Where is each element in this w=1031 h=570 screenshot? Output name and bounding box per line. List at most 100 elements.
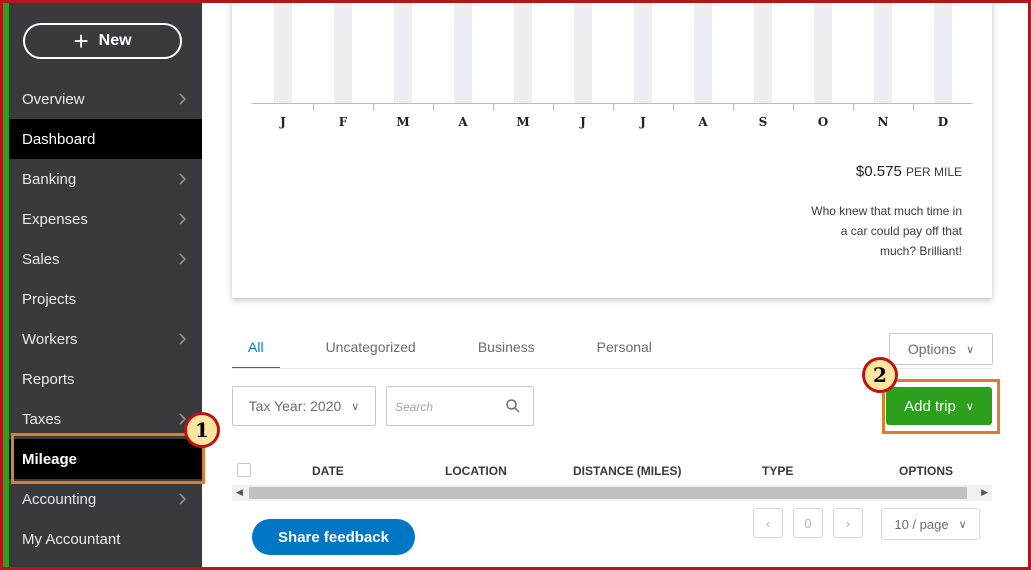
chart-x-tick: [853, 103, 854, 111]
chart-bar: [514, 0, 532, 103]
main-content: J F M A M J J A S O N D $0.575 PER MILE Who knew th…: [202, 0, 1028, 567]
current-page-number: 0: [804, 515, 812, 531]
sidebar-item-label: Banking: [22, 170, 77, 188]
page-size-select[interactable]: 10 / page ∨: [881, 508, 980, 540]
tab-all[interactable]: All: [232, 333, 280, 369]
select-all-checkbox[interactable]: [237, 463, 251, 477]
chart-bar: [454, 0, 472, 103]
chart-x-tick-label: A: [698, 115, 708, 129]
chart-x-tick: [613, 103, 614, 111]
chart-x-tick-label: M: [516, 115, 530, 129]
sidebar-item-label: Overview: [22, 90, 85, 108]
chart-x-tick: [733, 103, 734, 111]
scroll-right-arrow-icon[interactable]: ▶: [981, 487, 988, 498]
page-size-label: 10 / page: [894, 516, 949, 532]
chart-bar: [574, 0, 592, 103]
column-header-date[interactable]: DATE: [312, 464, 344, 478]
mileage-chart: [252, 0, 972, 103]
chart-bar: [334, 0, 352, 103]
rate-value: $0.575: [855, 163, 902, 180]
sidebar-item-projects[interactable]: Projects: [3, 279, 202, 319]
tab-uncategorized[interactable]: Uncategorized: [310, 333, 432, 369]
share-feedback-button[interactable]: Share feedback: [252, 519, 415, 555]
trip-tabs: All Uncategorized Business Personal: [232, 333, 702, 369]
sidebar-item-expenses[interactable]: Expenses: [3, 199, 202, 239]
chart-x-tick-label: D: [937, 115, 949, 129]
chevron-down-icon: ∨: [966, 343, 975, 356]
chart-x-tick: [553, 103, 554, 111]
sidebar-item-dashboard[interactable]: Dashboard: [3, 119, 202, 159]
chevron-right-icon: ›: [845, 515, 851, 531]
horizontal-scrollbar[interactable]: ◀ ▶: [232, 485, 992, 501]
chevron-right-icon: [178, 173, 186, 185]
rate-quote: Who knew that much time in a car could p…: [762, 201, 962, 261]
chart-x-tick: [313, 103, 314, 111]
chart-x-tick: [673, 103, 674, 111]
sidebar-item-my-accountant[interactable]: My Accountant: [3, 519, 202, 559]
sidebar-item-sales[interactable]: Sales: [3, 239, 202, 279]
chart-x-tick-label: A: [458, 115, 468, 129]
chevron-right-icon: [178, 93, 186, 105]
sidebar-item-label: Accounting: [22, 490, 97, 508]
chart-x-tick-label: M: [396, 115, 410, 129]
chevron-down-icon: ∨: [958, 518, 967, 531]
sidebar-item-mileage[interactable]: Mileage: [3, 439, 202, 479]
prev-page-button[interactable]: ‹: [753, 508, 783, 538]
scrollbar-thumb[interactable]: [249, 487, 967, 499]
search-input[interactable]: [395, 397, 505, 417]
tab-business[interactable]: Business: [462, 333, 551, 369]
sidebar-item-label: Dashboard: [22, 130, 96, 148]
chart-x-axis: [252, 103, 972, 104]
chart-x-tick-label: J: [580, 115, 586, 129]
next-page-button[interactable]: ›: [833, 508, 863, 538]
options-label: Options: [907, 341, 957, 357]
sidebar-item-workers[interactable]: Workers: [3, 319, 202, 359]
chart-x-tick: [373, 103, 374, 111]
sidebar-item-label: Projects: [22, 290, 77, 308]
current-page: 0: [793, 508, 823, 538]
trips-table-header: DATE LOCATION DISTANCE (MILES) TYPE OPTI…: [232, 458, 992, 482]
chart-x-tick: [793, 103, 794, 111]
sidebar-item-label: Reports: [22, 370, 75, 388]
quote-line: a car could pay off that: [840, 224, 962, 238]
new-button[interactable]: + New: [23, 23, 182, 59]
sidebar-item-label: My Accountant: [22, 530, 121, 548]
add-trip-button[interactable]: Add trip ∨: [886, 387, 992, 425]
sidebar-item-reports[interactable]: Reports: [3, 359, 202, 399]
plus-icon: +: [73, 26, 89, 56]
scroll-left-arrow-icon[interactable]: ◀: [236, 487, 243, 498]
sidebar-item-overview[interactable]: Overview: [3, 79, 202, 119]
options-dropdown[interactable]: Options ∨: [889, 333, 993, 365]
chart-x-tick: [913, 103, 914, 111]
sidebar-item-banking[interactable]: Banking: [3, 159, 202, 199]
chart-bar: [934, 0, 952, 103]
chart-x-tick: [493, 103, 494, 111]
chart-x-tick-label: S: [758, 115, 768, 129]
share-feedback-label: Share feedback: [278, 528, 389, 546]
quote-line: much? Brilliant!: [879, 244, 962, 258]
chart-x-tick: [433, 103, 434, 111]
new-button-label: New: [98, 32, 132, 49]
sidebar-accent-bar: [3, 3, 9, 567]
quote-line: Who knew that much time in: [811, 204, 962, 218]
sidebar: + New Overview Dashboard Banking Expenses Sa…: [3, 3, 202, 567]
chevron-left-icon: ‹: [765, 515, 771, 531]
chevron-down-icon[interactable]: ∨: [966, 400, 974, 413]
chevron-right-icon: [178, 493, 186, 505]
column-header-location[interactable]: LOCATION: [445, 464, 507, 478]
add-trip-label: Add trip: [904, 397, 956, 415]
sidebar-item-accounting[interactable]: Accounting: [3, 479, 202, 519]
rate-unit: PER MILE: [905, 165, 962, 179]
tab-personal[interactable]: Personal: [581, 333, 668, 369]
search-icon[interactable]: [505, 398, 521, 414]
chevron-right-icon: [178, 213, 186, 225]
column-header-distance[interactable]: DISTANCE (MILES): [573, 464, 681, 478]
tax-year-dropdown[interactable]: Tax Year: 2020 ∨: [232, 386, 376, 426]
column-header-options: OPTIONS: [899, 464, 954, 478]
chart-bar: [274, 0, 292, 103]
chart-bar: [694, 0, 712, 103]
sidebar-nav: Overview Dashboard Banking Expenses Sales Pro…: [3, 79, 202, 559]
sidebar-item-taxes[interactable]: Taxes: [3, 399, 202, 439]
chart-bar: [814, 0, 832, 103]
column-header-type[interactable]: TYPE: [762, 464, 793, 478]
